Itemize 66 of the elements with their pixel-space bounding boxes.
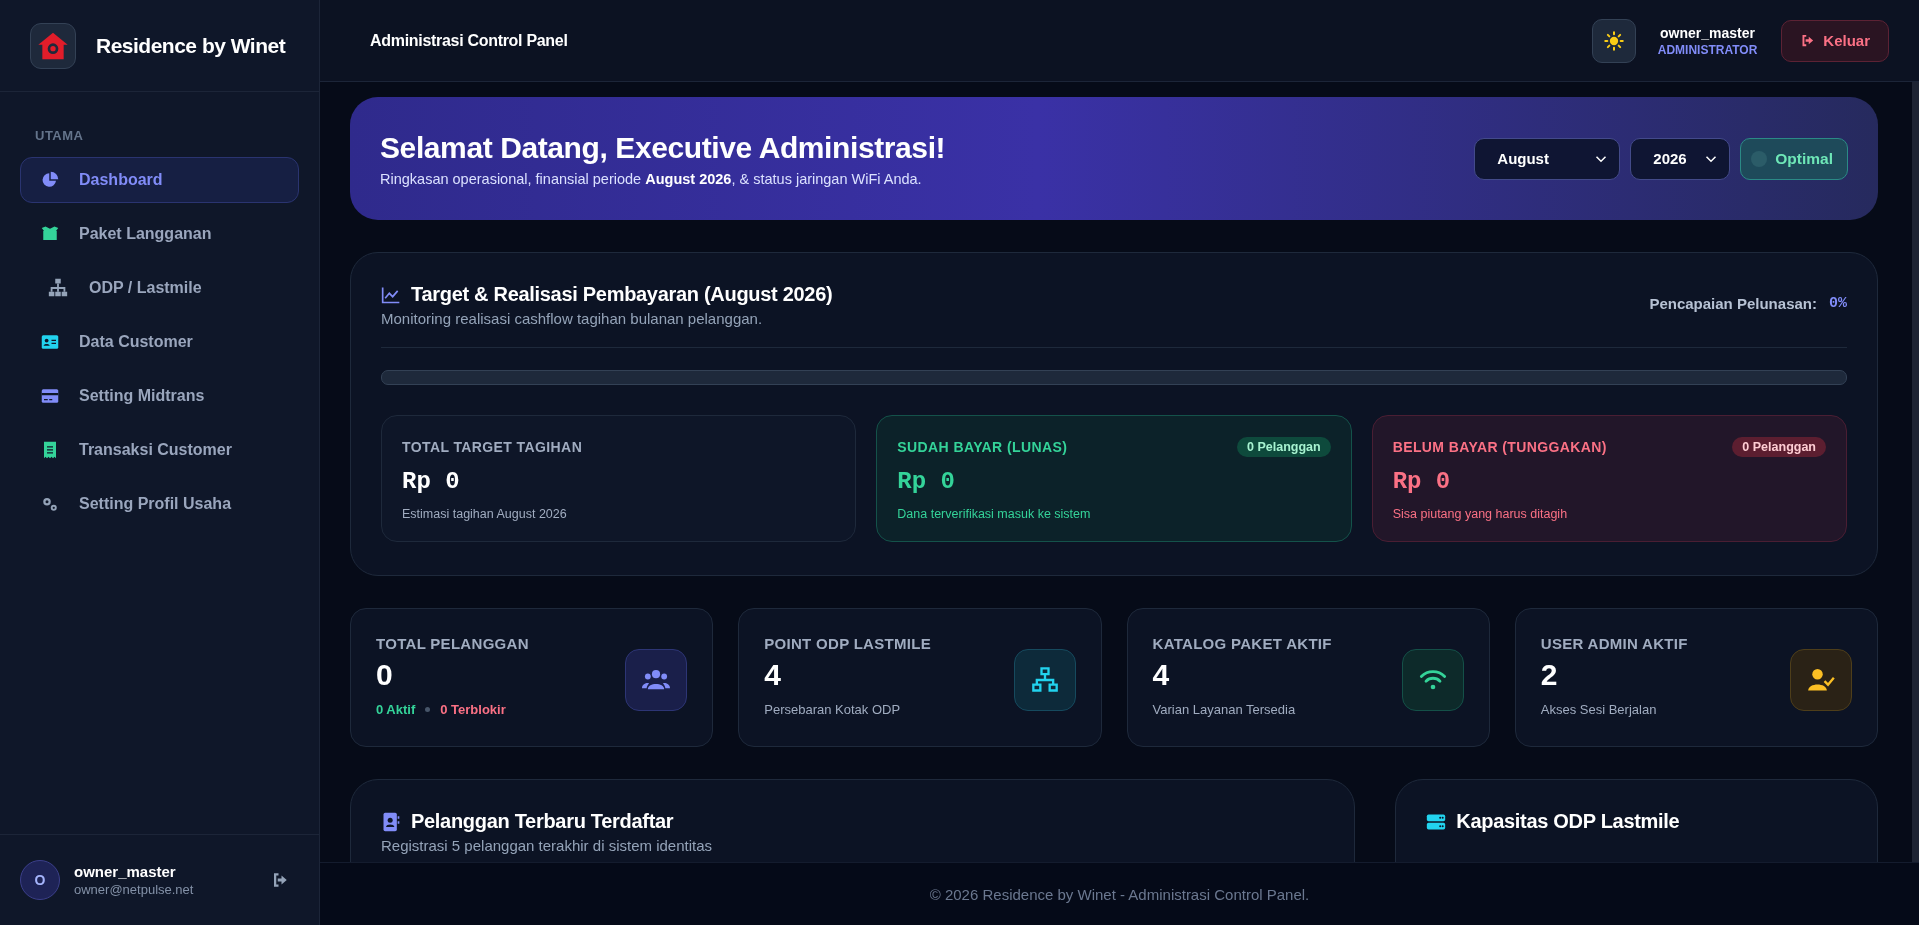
sidebar-item[interactable]: Dashboard: [20, 157, 299, 203]
stat-title: USER ADMIN AKTIF: [1540, 635, 1689, 652]
section-subtitle: Monitoring realisasi cashflow tagihan bulanan pelanggan.: [381, 310, 764, 327]
user-name: owner_master: [74, 863, 177, 880]
stat-value: 4: [764, 658, 782, 692]
section-title: Target & Realisasi Pembayaran (August 2026): [411, 283, 833, 306]
stat-note: Akses Sesi Berjalan: [1540, 702, 1658, 717]
sidebar-item[interactable]: Setting Profil Usaha: [20, 481, 299, 527]
welcome-subtitle: Ringkasan operasional, finansial periode August 2026, & status jaringan WiFi Anda.: [380, 170, 923, 187]
credit-card-icon: [41, 387, 59, 405]
month-select[interactable]: August: [1474, 137, 1621, 180]
amount-value: Rp 0: [402, 468, 461, 495]
page-title: Administrasi Control Panel: [370, 31, 569, 50]
user-role: ADMINISTRATOR: [1657, 42, 1758, 57]
sidebar-item[interactable]: Setting Midtrans: [20, 373, 299, 419]
receipt-icon: [41, 441, 59, 459]
achievement-value: 0%: [1829, 295, 1847, 312]
year-select[interactable]: 2026: [1630, 137, 1731, 180]
user-avatar: O: [20, 860, 60, 900]
welcome-heading: Selamat Datang, Executive Administrasi!: [380, 130, 947, 165]
brand-name: Residence by Winet: [96, 33, 286, 58]
amount-value: Rp 0: [897, 468, 956, 495]
theme-toggle-button[interactable]: [1591, 18, 1636, 63]
section-label: UTAMA: [34, 127, 85, 145]
pie-chart-icon: [41, 171, 59, 189]
achievement-label: Pencapaian Pelunasan:: [1649, 295, 1817, 312]
stat-note: Persebaran Kotak ODP: [764, 702, 902, 717]
sun-icon: [1603, 30, 1624, 51]
id-card-icon: [41, 333, 59, 351]
card-note: Dana terverifikasi masuk ke sistem: [897, 507, 1092, 521]
footer-text: © 2026 Residence by Winet - Administrasi Control Panel.: [929, 885, 1310, 903]
blocked-count: 0 Terblokir: [440, 702, 506, 717]
user-check-icon: [1807, 666, 1835, 694]
amount-value: Rp 0: [1392, 468, 1452, 495]
contacts-book-icon: [381, 811, 401, 832]
logout-icon: [1800, 33, 1816, 48]
stat-note: Varian Layanan Tersedia: [1152, 702, 1297, 717]
card-note: Estimasi tagihan August 2026: [402, 507, 568, 521]
sidebar-item[interactable]: ODP / Lastmile: [20, 265, 299, 311]
stat-value: 0: [376, 658, 394, 692]
card-note: Sisa piutang yang harus ditagih: [1392, 507, 1569, 521]
network-icon: [47, 277, 69, 299]
stat-title: TOTAL PELANGGAN: [376, 635, 530, 652]
logout-icon[interactable]: [271, 871, 289, 889]
user-email: owner@netpulse.net: [74, 882, 195, 897]
sidebar-item[interactable]: Transaksi Customer: [20, 427, 299, 473]
count-badge: 0 Pelanggan: [1732, 437, 1826, 457]
user-name: owner_master: [1660, 24, 1755, 41]
stat-value: 2: [1540, 658, 1559, 692]
box-icon: [41, 225, 59, 243]
sidebar-item[interactable]: Paket Langganan: [20, 211, 299, 257]
logout-button[interactable]: Keluar: [1781, 19, 1889, 62]
card-title: SUDAH BAYAR (LUNAS): [897, 439, 1068, 455]
card-title: BELUM BAYAR (TUNGGAKAN): [1392, 439, 1607, 455]
count-badge: 0 Pelanggan: [1237, 437, 1331, 457]
network-icon: [1030, 666, 1059, 694]
panel-title: Pelanggan Terbaru Terdaftar: [411, 810, 674, 833]
active-count: 0 Aktif: [376, 702, 416, 717]
stat-value: 4: [1152, 658, 1171, 692]
stat-title: KATALOG PAKET AKTIF: [1152, 635, 1333, 652]
status-badge: Optimal: [1740, 137, 1848, 180]
panel-subtitle: Registrasi 5 pelanggan terakhir di sistem identitas: [381, 837, 713, 854]
stat-title: POINT ODP LASTMILE: [764, 635, 933, 652]
sidebar-item[interactable]: Data Customer: [20, 319, 299, 365]
card-title: TOTAL TARGET TAGIHAN: [402, 439, 583, 455]
panel-title: Kapasitas ODP Lastmile: [1456, 810, 1680, 833]
